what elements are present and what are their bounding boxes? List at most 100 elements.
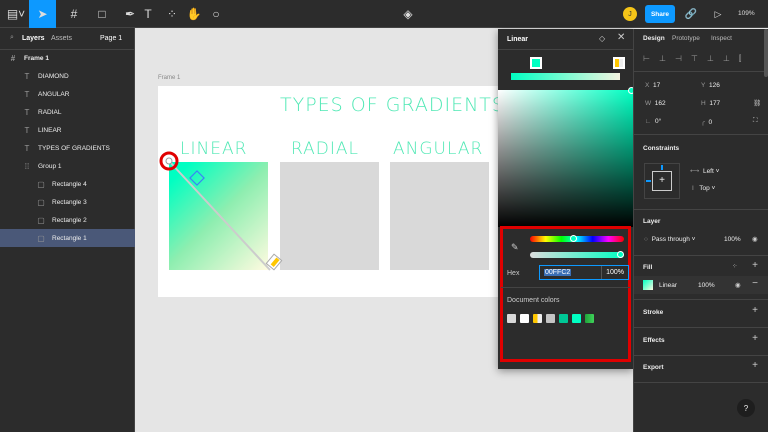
- eyedropper-icon[interactable]: ✎: [511, 242, 519, 253]
- title-text[interactable]: TYPES OF GRADIENTS: [280, 94, 505, 116]
- tab-prototype[interactable]: Prototype: [672, 35, 700, 42]
- opacity-thumb[interactable]: [617, 251, 624, 258]
- move-tool-icon[interactable]: ➤: [29, 0, 56, 28]
- help-button[interactable]: ?: [737, 399, 755, 417]
- swatch[interactable]: [507, 314, 516, 323]
- saturation-area[interactable]: [498, 90, 633, 227]
- hue-slider[interactable]: [530, 236, 624, 242]
- fill-swatch[interactable]: [643, 280, 653, 290]
- tab-assets[interactable]: Assets: [51, 35, 72, 42]
- page-selector[interactable]: Page 1: [100, 35, 122, 42]
- document-colors-dropdown[interactable]: Document colors: [507, 297, 560, 304]
- vertical-constraint-dropdown[interactable]: Top: [699, 185, 709, 192]
- hex-input[interactable]: 00FFC2 100%: [539, 265, 629, 280]
- rotation-input[interactable]: 0°: [655, 118, 661, 125]
- layer-frame-1[interactable]: #Frame 1: [0, 49, 135, 67]
- height-input[interactable]: 177: [709, 100, 720, 107]
- fill-opacity[interactable]: 100%: [698, 282, 715, 289]
- tab-design[interactable]: Design: [643, 35, 665, 42]
- swatch[interactable]: [520, 314, 529, 323]
- close-icon[interactable]: ✕: [617, 32, 625, 43]
- gradient-bar[interactable]: [511, 73, 620, 80]
- gradient-type-dropdown[interactable]: Linear: [507, 36, 528, 43]
- layer-rectangle-3[interactable]: ▢Rectangle 3: [0, 193, 135, 211]
- gradient-stop-start[interactable]: [530, 57, 542, 69]
- alignment-icons[interactable]: ⊢⊥⊣⊤⊥⊥⫿: [643, 54, 750, 64]
- opacity-slider[interactable]: [530, 252, 624, 258]
- rectangle-3[interactable]: [390, 162, 489, 270]
- swatch[interactable]: [546, 314, 555, 323]
- gradient-handle-line[interactable]: [150, 150, 290, 280]
- constrain-proportions-icon[interactable]: ⛓: [753, 99, 761, 107]
- share-button[interactable]: Share: [645, 5, 675, 23]
- layer-title[interactable]: TTYPES OF GRADIENTS: [0, 139, 135, 157]
- add-effect-icon[interactable]: +: [752, 333, 758, 344]
- midpoint-handle[interactable]: [190, 171, 204, 185]
- add-export-icon[interactable]: +: [752, 360, 758, 371]
- radial-label[interactable]: RADIAL: [291, 139, 359, 159]
- layer-label: Rectangle 2: [52, 217, 87, 224]
- layer-linear[interactable]: TLINEAR: [0, 121, 135, 139]
- swatch[interactable]: [559, 314, 568, 323]
- remove-fill-icon[interactable]: −: [752, 278, 758, 289]
- layer-label: LINEAR: [38, 127, 61, 134]
- style-icon[interactable]: ◇: [599, 34, 605, 43]
- tab-layers[interactable]: Layers: [22, 35, 45, 42]
- search-icon[interactable]: ⌕: [10, 34, 14, 42]
- tab-inspect[interactable]: Inspect: [711, 35, 732, 42]
- layer-rectangle-4[interactable]: ▢Rectangle 4: [0, 175, 135, 193]
- comment-tool-icon[interactable]: ○: [202, 0, 230, 28]
- layer-group-1[interactable]: ⁞⁞Group 1: [0, 157, 135, 175]
- swatch[interactable]: [533, 314, 542, 323]
- frame-icon: #: [6, 54, 20, 63]
- independent-corners-icon[interactable]: ⛶: [753, 117, 758, 125]
- zoom-level[interactable]: 109%: [738, 10, 755, 17]
- frame-label[interactable]: Frame 1: [158, 75, 180, 81]
- play-icon[interactable]: ▷: [704, 0, 732, 28]
- styles-icon[interactable]: ⁘: [732, 262, 737, 270]
- layer-radial[interactable]: TRADIAL: [0, 103, 135, 121]
- shape-tool-icon[interactable]: □: [88, 0, 116, 28]
- link-icon[interactable]: 🔗: [677, 0, 705, 28]
- layer-opacity[interactable]: 100%: [724, 236, 741, 243]
- highlight-box: [500, 226, 631, 362]
- fill-type[interactable]: Linear: [659, 282, 677, 289]
- color-picker: Linear ◇ ✕ ✎ Hex 00FFC2 100% Document co…: [498, 29, 633, 369]
- figma-center-icon[interactable]: ◈: [394, 0, 422, 28]
- constraints-heading: Constraints: [643, 145, 679, 152]
- horizontal-constraint-dropdown[interactable]: Left: [703, 168, 714, 175]
- design-panel: Design Prototype Inspect ⊢⊥⊣⊤⊥⊥⫿ X 17 Y …: [633, 29, 768, 432]
- width-input[interactable]: 162: [655, 100, 666, 107]
- add-stroke-icon[interactable]: +: [752, 305, 758, 316]
- start-stop-handle[interactable]: [166, 158, 172, 164]
- y-input[interactable]: 126: [709, 82, 720, 89]
- swatch-row: [507, 314, 598, 323]
- swatch[interactable]: [572, 314, 581, 323]
- add-fill-icon[interactable]: +: [752, 260, 758, 271]
- vertical-constraint-icon: I: [692, 185, 694, 192]
- rectangle-2[interactable]: [280, 162, 379, 270]
- blend-mode-dropdown[interactable]: Pass through: [652, 236, 690, 243]
- radius-input[interactable]: 0: [709, 119, 713, 126]
- frame-tool-icon[interactable]: #: [60, 0, 88, 28]
- eye-icon[interactable]: ◉: [752, 235, 758, 243]
- layer-rectangle-2[interactable]: ▢Rectangle 2: [0, 211, 135, 229]
- rectangle-icon: ▢: [34, 180, 48, 189]
- constraint-widget[interactable]: +: [644, 163, 680, 199]
- color-format-dropdown[interactable]: Hex: [507, 270, 519, 277]
- angular-label[interactable]: ANGULAR: [393, 139, 483, 159]
- corner-radius-icon: ╭: [701, 119, 705, 126]
- layer-rectangle-1[interactable]: ▢Rectangle 1: [0, 229, 135, 247]
- scrollbar[interactable]: [764, 29, 768, 77]
- hue-thumb[interactable]: [570, 235, 577, 242]
- layer-label: Group 1: [38, 163, 62, 170]
- fill-eye-icon[interactable]: ◉: [735, 281, 741, 289]
- layer-angular[interactable]: TANGULAR: [0, 85, 135, 103]
- swatch[interactable]: [585, 314, 594, 323]
- gradient-stop-end[interactable]: [613, 57, 625, 69]
- x-input[interactable]: 17: [653, 82, 660, 89]
- opacity-input[interactable]: 100%: [601, 266, 628, 279]
- main-menu-icon[interactable]: ▤˅: [2, 0, 30, 28]
- layer-diamond[interactable]: TDIAMOND: [0, 67, 135, 85]
- avatar[interactable]: J: [623, 7, 637, 21]
